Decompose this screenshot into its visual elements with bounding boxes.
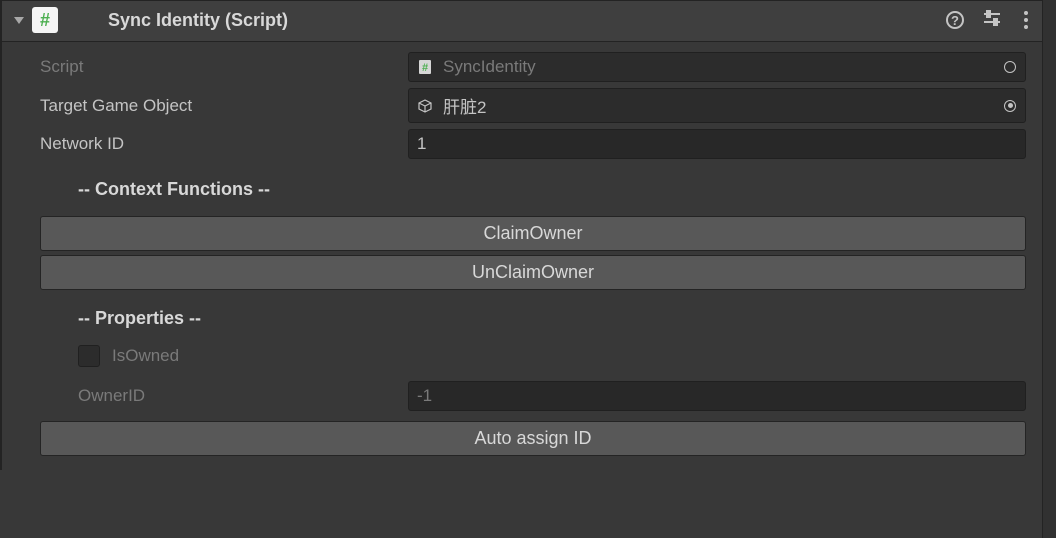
script-type-icon: # (32, 7, 58, 33)
help-icon[interactable]: ? (946, 11, 964, 29)
network-id-value: 1 (417, 134, 426, 154)
properties-section: -- Properties -- IsOwned OwnerID -1 (40, 308, 1026, 411)
network-id-label: Network ID (40, 134, 408, 154)
object-picker-icon[interactable] (1003, 60, 1017, 74)
network-id-row: Network ID 1 (40, 127, 1026, 161)
network-id-input[interactable]: 1 (408, 129, 1026, 159)
component-header[interactable]: # Sync Identity (Script) ? (2, 0, 1042, 42)
context-menu-icon[interactable] (1020, 9, 1032, 31)
is-owned-row: IsOwned (78, 345, 1026, 367)
script-value: SyncIdentity (443, 57, 536, 77)
script-field-row: Script # SyncIdentity (40, 50, 1026, 84)
context-functions-section: -- Context Functions -- ClaimOwner UnCla… (40, 179, 1026, 290)
script-label: Script (40, 57, 408, 77)
owner-id-field: -1 (408, 381, 1026, 411)
vertical-scrollbar[interactable] (1042, 0, 1056, 538)
owner-id-row: OwnerID -1 (40, 381, 1026, 411)
gameobject-icon (417, 98, 433, 114)
is-owned-checkbox[interactable] (78, 345, 100, 367)
is-owned-label: IsOwned (112, 346, 179, 366)
target-object-field[interactable]: 肝脏2 (408, 88, 1026, 123)
claim-owner-button[interactable]: ClaimOwner (40, 216, 1026, 251)
properties-title: -- Properties -- (78, 308, 1026, 329)
context-functions-title: -- Context Functions -- (78, 179, 1026, 200)
owner-id-value: -1 (417, 386, 432, 406)
target-field-row: Target Game Object 肝脏2 (40, 88, 1026, 123)
component-title: Sync Identity (Script) (108, 10, 946, 31)
unclaim-owner-button[interactable]: UnClaimOwner (40, 255, 1026, 290)
auto-assign-id-button[interactable]: Auto assign ID (40, 421, 1026, 456)
target-label: Target Game Object (40, 96, 408, 116)
object-picker-icon[interactable] (1003, 99, 1017, 113)
presets-icon[interactable] (982, 8, 1002, 33)
foldout-arrow-icon[interactable] (14, 17, 24, 24)
script-object-field[interactable]: # SyncIdentity (408, 52, 1026, 82)
owner-id-label: OwnerID (78, 386, 408, 406)
script-asset-icon: # (417, 59, 433, 75)
svg-text:#: # (422, 62, 428, 74)
target-value: 肝脏2 (443, 93, 486, 118)
